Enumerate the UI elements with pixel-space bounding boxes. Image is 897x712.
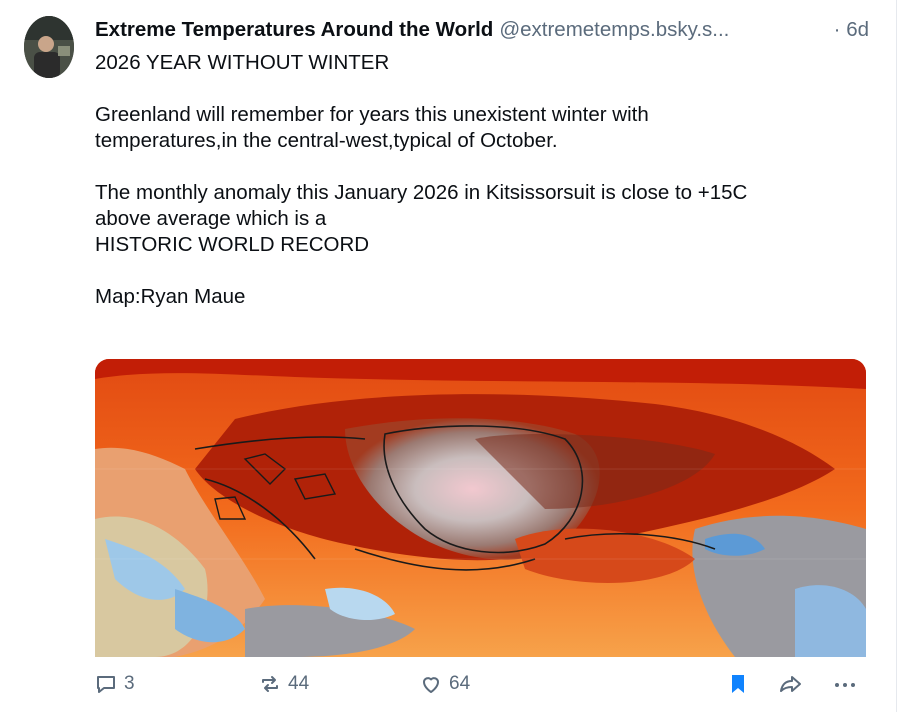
- post-timestamp[interactable]: · 6d: [834, 17, 869, 43]
- reply-button[interactable]: 3: [94, 672, 135, 696]
- share-arrow-icon: [778, 672, 804, 696]
- post-line: HISTORIC WORLD RECORD: [95, 233, 370, 256]
- heart-icon: [419, 672, 443, 696]
- post-actions: 3 44 64: [0, 668, 897, 704]
- speech-bubble-icon: [94, 672, 118, 696]
- like-count: 64: [449, 673, 471, 694]
- more-dots-icon: [832, 672, 858, 696]
- like-button[interactable]: 64: [419, 672, 470, 696]
- post-line: 2026 YEAR WITHOUT WINTER: [95, 51, 390, 74]
- author-handle[interactable]: @extremetemps.bsky.s...: [499, 18, 729, 41]
- repost-arrows-icon: [258, 672, 282, 696]
- post-line: Map:Ryan Maue: [95, 285, 246, 308]
- repost-button[interactable]: 44: [258, 672, 309, 696]
- post-header: Extreme Temperatures Around the World @ex…: [95, 17, 875, 43]
- post-line: Greenland will remember for years this u…: [95, 103, 649, 126]
- repost-count: 44: [288, 673, 310, 694]
- bookmark-button[interactable]: [726, 672, 750, 696]
- post-card[interactable]: Extreme Temperatures Around the World @ex…: [0, 0, 897, 712]
- author-name[interactable]: Extreme Temperatures Around the World: [95, 18, 493, 41]
- more-options-button[interactable]: [832, 672, 858, 696]
- post-line: temperatures,in the central-west,typical…: [95, 129, 558, 152]
- post-line: The monthly anomaly this January 2026 in…: [95, 181, 748, 204]
- bookmark-icon: [726, 672, 750, 696]
- share-button[interactable]: [778, 672, 804, 696]
- reply-count: 3: [124, 673, 135, 694]
- avatar[interactable]: [24, 16, 74, 78]
- post-text: 2026 YEAR WITHOUT WINTER Greenland will …: [95, 50, 875, 310]
- post-line: above average which is a: [95, 207, 327, 230]
- temperature-anomaly-map-image[interactable]: [95, 359, 866, 657]
